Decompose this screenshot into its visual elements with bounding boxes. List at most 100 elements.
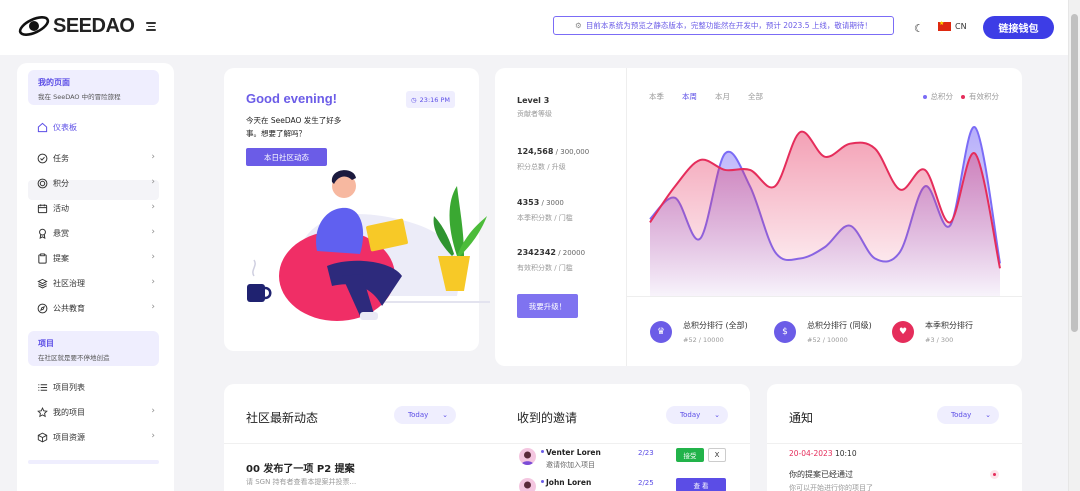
- notifications-filter-select[interactable]: Today ⌄: [937, 406, 999, 424]
- activity-filter-select[interactable]: Today ⌄: [394, 406, 456, 424]
- coin-icon: [37, 178, 48, 188]
- invites-title: 收到的邀请: [517, 411, 578, 425]
- tab-month[interactable]: 本月: [715, 91, 730, 102]
- chevron-right-icon: ›: [151, 202, 155, 212]
- sidebar-item-governance[interactable]: 社区治理 ›: [37, 276, 155, 290]
- sidebar-item-label: 提案: [53, 253, 69, 263]
- rank-value: #52 / 10000: [807, 336, 848, 344]
- sidebar-item-dashboard[interactable]: 仪表板: [37, 120, 155, 134]
- activity-item-title[interactable]: 00 发布了一项 P2 提案: [246, 460, 355, 475]
- divider: [767, 443, 1022, 444]
- top-bar: SEEDAO ⚙ 目前本系统为预览之静态版本，完整功能然在开发中，预计 2023…: [0, 0, 1068, 55]
- brand-logo[interactable]: SEEDAO: [17, 13, 135, 39]
- level-label: 贡献者等级: [517, 110, 552, 118]
- sidebar-item-proposals[interactable]: 提案 ›: [37, 251, 155, 265]
- greeting-line-1: 今天在 SeeDAO 发生了好多: [246, 116, 342, 125]
- star-icon: [37, 406, 48, 417]
- dollar-icon: $: [774, 321, 796, 343]
- connect-wallet-button[interactable]: 链接钱包: [983, 16, 1054, 39]
- upgrade-button[interactable]: 我要升级！: [517, 294, 578, 318]
- language-label[interactable]: CN: [955, 22, 967, 31]
- sidebar-item-label: 活动: [53, 203, 69, 213]
- chevron-right-icon: ›: [151, 406, 155, 416]
- greeting-message: 今天在 SeeDAO 发生了好多 事。想要了解吗？: [246, 114, 356, 140]
- stat-season-points: 4353 / 3000 本季积分数 / 门槛: [517, 198, 573, 223]
- divider: [626, 296, 1022, 297]
- sidebar-item-project-resources[interactable]: 项目资源 ›: [37, 430, 155, 444]
- invites-filter-select[interactable]: Today ⌄: [666, 406, 728, 424]
- avatar: [519, 448, 536, 465]
- legend-dot: [961, 94, 965, 99]
- moon-icon[interactable]: ☾: [914, 22, 924, 35]
- invite-row: Venter Loren 邀请你加入项目 2/23 接受 X: [519, 448, 726, 472]
- project-subtitle: 在社区就是要不停地创造: [38, 354, 110, 362]
- notification-title[interactable]: 你的提案已经通过: [789, 469, 853, 480]
- layers-icon: [37, 278, 48, 288]
- chevron-right-icon: ›: [151, 152, 155, 162]
- notifications-title: 通知: [789, 411, 814, 425]
- invite-row: John Loren 2/25 查 看: [519, 478, 726, 491]
- crown-icon: ♛: [650, 321, 672, 343]
- stat-value: 2342342 / 20000: [517, 248, 586, 257]
- sidebar-item-label: 社区治理: [53, 278, 85, 288]
- sidebar-item-project-list[interactable]: 项目列表: [37, 380, 155, 394]
- chevron-right-icon: ›: [151, 252, 155, 262]
- rank-title: 本季积分排行: [925, 321, 973, 330]
- notice-text: 目前本系统为预览之静态版本，完整功能然在开发中，预计 2023.5 上线，敬请期…: [585, 21, 872, 30]
- divider: [626, 68, 627, 366]
- stat-valid-points: 2342342 / 20000 有效积分数 / 门槛: [517, 248, 585, 273]
- cube-icon: [37, 432, 48, 442]
- sidebar-item-bounty[interactable]: 悬赏 ›: [37, 226, 155, 240]
- heart-icon: ♥: [892, 321, 914, 343]
- page-scrollbar[interactable]: [1068, 0, 1080, 491]
- reject-button[interactable]: X: [708, 448, 726, 462]
- chevron-down-icon: ⌄: [442, 411, 448, 419]
- sidebar-item-events[interactable]: 活动 ›: [37, 201, 155, 215]
- clipboard-icon: [38, 252, 47, 264]
- rank-value: #52 / 10000: [683, 336, 724, 344]
- tab-week[interactable]: 本周: [682, 91, 697, 102]
- greeting-title: Good evening!: [246, 91, 337, 106]
- invite-name: Venter Loren: [541, 448, 601, 457]
- points-area-chart: [649, 126, 1001, 296]
- rank-overall: ♛ 总积分排行 (全部) #52 / 10000: [650, 320, 748, 344]
- activity-item-desc: 请 SGN 持有者查看本提案并投票...: [246, 478, 357, 486]
- cn-flag-icon[interactable]: [938, 20, 951, 31]
- sidebar-section-hint: [28, 460, 159, 464]
- my-page-title: 我的页面: [38, 78, 70, 87]
- rank-same-level: $ 总积分排行 (同级) #52 / 10000: [774, 320, 872, 344]
- project-section[interactable]: 项目 在社区就是要不停地创造: [28, 331, 159, 366]
- menu-toggle-icon[interactable]: [146, 22, 156, 31]
- legend-total: 总积分: [922, 91, 953, 102]
- tab-all[interactable]: 全部: [748, 91, 763, 102]
- time-text: 23:16 PM: [419, 95, 450, 104]
- notice-banner: ⚙ 目前本系统为预览之静态版本，完整功能然在开发中，预计 2023.5 上线，敬…: [553, 16, 894, 35]
- accept-button[interactable]: 接受: [676, 448, 704, 462]
- stat-value: 124,568 / 300,000: [517, 147, 590, 156]
- chevron-right-icon: ›: [151, 227, 155, 237]
- chevron-right-icon: ›: [151, 431, 155, 441]
- scrollbar-thumb[interactable]: [1071, 14, 1078, 332]
- notification-datetime: 20-04-2023 10:10: [789, 449, 857, 458]
- chart-legend: 总积分 有效积分: [915, 91, 999, 102]
- rank-value: #3 / 300: [925, 336, 954, 344]
- sidebar-item-my-projects[interactable]: 我的项目 ›: [37, 405, 155, 419]
- activity-title: 社区最新动态: [246, 411, 319, 425]
- sidebar-item-points[interactable]: 积分 ›: [37, 176, 155, 190]
- invite-count: 2/23: [638, 449, 654, 457]
- sidebar-item-tasks[interactable]: 任务 ›: [37, 151, 155, 165]
- greeting-card: Good evening! ◷ 23:16 PM 今天在 SeeDAO 发生了好…: [224, 68, 490, 351]
- sidebar-item-label: 项目资源: [53, 432, 85, 442]
- view-button[interactable]: 查 看: [676, 478, 726, 491]
- tab-season[interactable]: 本季: [649, 91, 664, 102]
- stat-label: 积分总数 / 升级: [517, 163, 566, 171]
- gear-icon: ⚙: [575, 21, 582, 30]
- sidebar-item-education[interactable]: 公共教育 ›: [37, 301, 155, 315]
- time-badge: ◷ 23:16 PM: [406, 91, 455, 108]
- stat-value: 4353 / 3000: [517, 198, 564, 207]
- my-page-section[interactable]: 我的页面 我在 SeeDAO 中的冒险旅程: [28, 70, 159, 105]
- avatar: [519, 478, 536, 491]
- sidebar: 我的页面 我在 SeeDAO 中的冒险旅程 仪表板 任务 › 积分 › 活动 ›…: [17, 63, 174, 491]
- award-icon: [39, 228, 46, 239]
- divider: [495, 443, 750, 444]
